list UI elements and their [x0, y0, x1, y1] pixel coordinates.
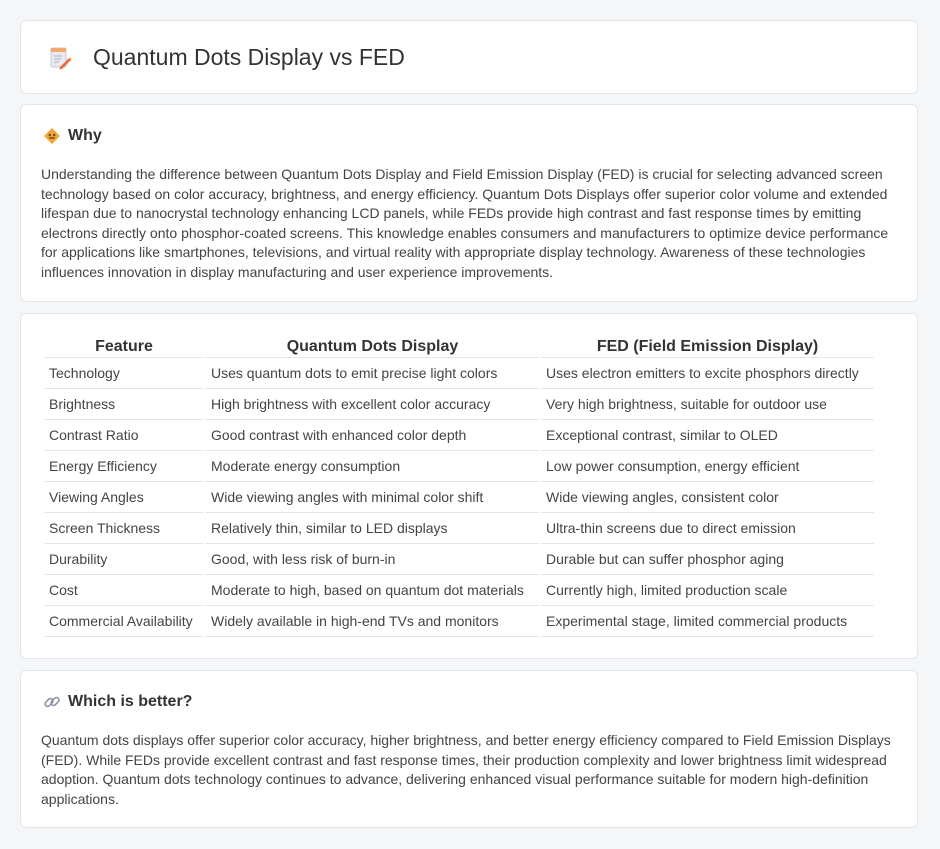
feature-cell: Viewing Angles	[44, 482, 204, 513]
comparison-table: Feature Quantum Dots Display FED (Field …	[42, 335, 876, 637]
fed-cell: Exceptional contrast, similar to OLED	[541, 420, 874, 451]
fed-cell: Durable but can suffer phosphor aging	[541, 544, 874, 575]
feature-cell: Technology	[44, 358, 204, 389]
feature-cell: Cost	[44, 575, 204, 606]
fed-cell: Experimental stage, limited commercial p…	[541, 606, 874, 637]
quantum-dots-cell: Moderate energy consumption	[206, 451, 539, 482]
fed-cell: Low power consumption, energy efficient	[541, 451, 874, 482]
why-text: Understanding the difference between Qua…	[41, 166, 889, 280]
diamond-sign-icon	[44, 128, 60, 144]
feature-cell: Screen Thickness	[44, 513, 204, 544]
fed-cell: Wide viewing angles, consistent color	[541, 482, 874, 513]
fed-cell: Very high brightness, suitable for outdo…	[541, 389, 874, 420]
better-card: Which is better? Quantum dots displays o…	[20, 670, 918, 828]
title-row: Quantum Dots Display vs FED	[47, 44, 405, 71]
table-row: Energy Efficiency Moderate energy consum…	[44, 451, 874, 482]
table-row: Cost Moderate to high, based on quantum …	[44, 575, 874, 606]
quantum-dots-cell: Wide viewing angles with minimal color s…	[206, 482, 539, 513]
fed-cell: Uses electron emitters to excite phospho…	[541, 358, 874, 389]
why-title: Why	[68, 127, 102, 144]
better-heading: Which is better?	[43, 693, 192, 711]
why-card: Why Understanding the difference between…	[20, 104, 918, 302]
link-icon	[44, 696, 60, 708]
feature-cell: Contrast Ratio	[44, 420, 204, 451]
fed-cell: Currently high, limited production scale	[541, 575, 874, 606]
quantum-dots-cell: Relatively thin, similar to LED displays	[206, 513, 539, 544]
table-header-row: Feature Quantum Dots Display FED (Field …	[44, 335, 874, 358]
table-row: Screen Thickness Relatively thin, simila…	[44, 513, 874, 544]
feature-cell: Durability	[44, 544, 204, 575]
better-text: Quantum dots displays offer superior col…	[41, 732, 891, 807]
comparison-card: Feature Quantum Dots Display FED (Field …	[20, 313, 918, 659]
quantum-dots-cell: Uses quantum dots to emit precise light …	[206, 358, 539, 389]
quantum-dots-cell: Good contrast with enhanced color depth	[206, 420, 539, 451]
table-row: Brightness High brightness with excellen…	[44, 389, 874, 420]
fed-cell: Ultra-thin screens due to direct emissio…	[541, 513, 874, 544]
table-row: Contrast Ratio Good contrast with enhanc…	[44, 420, 874, 451]
header-quantum-dots: Quantum Dots Display	[206, 335, 539, 358]
page-title: Quantum Dots Display vs FED	[93, 44, 405, 70]
title-card: Quantum Dots Display vs FED	[20, 20, 918, 94]
table-row: Commercial Availability Widely available…	[44, 606, 874, 637]
quantum-dots-cell: Moderate to high, based on quantum dot m…	[206, 575, 539, 606]
quantum-dots-cell: Good, with less risk of burn-in	[206, 544, 539, 575]
feature-cell: Commercial Availability	[44, 606, 204, 637]
table-row: Viewing Angles Wide viewing angles with …	[44, 482, 874, 513]
table-row: Technology Uses quantum dots to emit pre…	[44, 358, 874, 389]
quantum-dots-cell: High brightness with excellent color acc…	[206, 389, 539, 420]
table-row: Durability Good, with less risk of burn-…	[44, 544, 874, 575]
header-feature: Feature	[44, 335, 204, 358]
why-heading: Why	[43, 127, 102, 145]
feature-cell: Brightness	[44, 389, 204, 420]
quantum-dots-cell: Widely available in high-end TVs and mon…	[206, 606, 539, 637]
feature-cell: Energy Efficiency	[44, 451, 204, 482]
header-fed: FED (Field Emission Display)	[541, 335, 874, 358]
document-pencil-icon	[50, 47, 72, 69]
better-title: Which is better?	[68, 693, 193, 710]
